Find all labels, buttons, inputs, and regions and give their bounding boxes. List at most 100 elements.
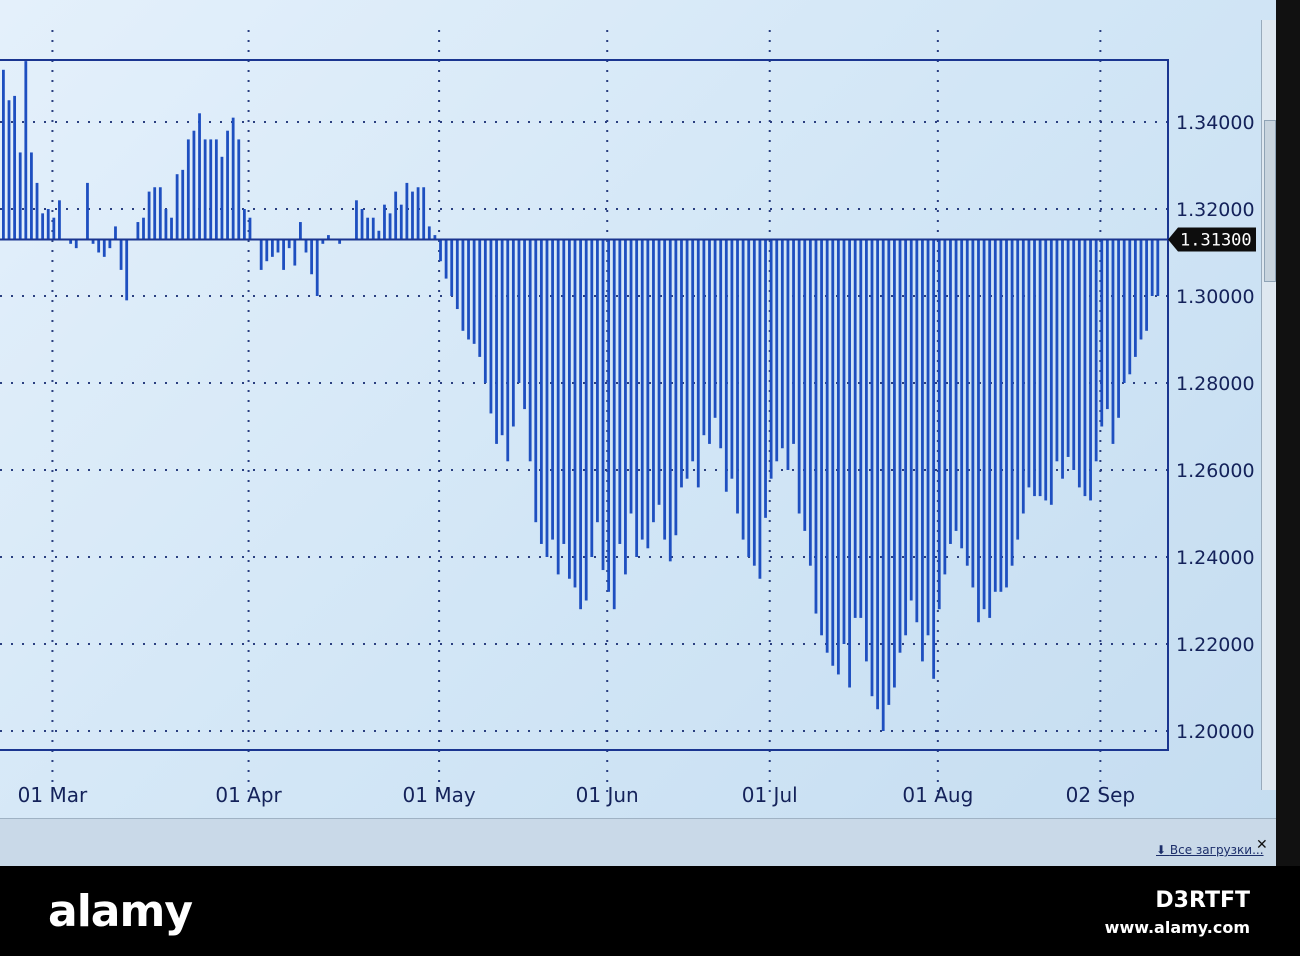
bar xyxy=(590,239,594,557)
bar xyxy=(534,239,538,523)
bar xyxy=(881,239,885,731)
bar xyxy=(1122,239,1126,383)
bar xyxy=(702,239,706,436)
x-tick-label: 01 Apr xyxy=(215,783,282,807)
bar xyxy=(388,213,392,240)
x-tick-label: 01 Aug xyxy=(902,783,973,807)
bar xyxy=(142,217,145,240)
bar xyxy=(556,239,560,575)
bar xyxy=(74,239,78,249)
close-icon[interactable]: ✕ xyxy=(1256,837,1268,853)
bar xyxy=(52,217,56,240)
bar xyxy=(175,174,179,240)
bar xyxy=(1072,239,1076,470)
bar xyxy=(405,182,409,240)
bar xyxy=(489,239,493,414)
bar xyxy=(1055,239,1059,462)
bar xyxy=(282,239,285,270)
bar xyxy=(186,139,190,240)
all-downloads-text[interactable]: Все загрузки... xyxy=(1170,843,1264,857)
bar xyxy=(836,239,840,675)
bar xyxy=(1128,239,1132,375)
bar xyxy=(893,239,896,688)
bar xyxy=(876,239,880,710)
bar xyxy=(909,239,913,601)
bar xyxy=(820,239,823,636)
bar xyxy=(1077,239,1081,488)
bar xyxy=(355,200,358,240)
bar xyxy=(635,239,639,557)
bar xyxy=(831,239,835,666)
bar xyxy=(713,239,717,418)
bar xyxy=(444,239,448,279)
bar xyxy=(685,239,689,479)
bar xyxy=(629,239,633,514)
bar xyxy=(377,230,381,240)
bar xyxy=(371,217,375,240)
bar xyxy=(1117,239,1120,418)
bar xyxy=(780,239,784,449)
bar xyxy=(848,239,851,688)
bar xyxy=(786,239,790,470)
bar xyxy=(293,239,297,266)
bar xyxy=(764,239,767,518)
bar xyxy=(153,187,157,240)
bar xyxy=(932,239,936,679)
bar xyxy=(411,191,414,240)
screen: 1.20000 1.22000 1.24000 1.26000 1.28000 1.300… xyxy=(0,0,1300,867)
y-tick-label: 1.28000 xyxy=(1176,373,1255,395)
bar xyxy=(119,239,123,270)
bar xyxy=(769,239,773,479)
bar xyxy=(147,191,151,240)
vertical-scrollbar[interactable] xyxy=(1261,20,1276,790)
bar xyxy=(506,239,510,462)
bar xyxy=(624,239,627,575)
bar xyxy=(752,239,756,566)
bar xyxy=(584,239,588,601)
bar xyxy=(825,239,829,653)
bar xyxy=(803,239,807,531)
plot-frame xyxy=(0,59,1169,751)
bar xyxy=(652,239,655,523)
all-downloads-link[interactable]: ⬇ Все загрузки... xyxy=(1156,843,1264,857)
bar xyxy=(528,239,532,462)
bar xyxy=(926,239,930,636)
bar xyxy=(158,187,162,240)
bar xyxy=(416,187,420,240)
x-tick-label: 01 Jul xyxy=(742,783,798,807)
downloads-bar: ⬇ Все загрузки... ✕ xyxy=(0,818,1276,867)
bar xyxy=(427,226,431,240)
bar xyxy=(859,239,863,618)
bar xyxy=(1061,239,1064,479)
bar xyxy=(993,239,997,592)
bar xyxy=(792,239,795,444)
bar xyxy=(887,239,891,705)
bar xyxy=(736,239,739,514)
bar xyxy=(422,187,426,240)
bar xyxy=(646,239,650,549)
bar xyxy=(775,239,779,462)
bar xyxy=(7,100,11,240)
watermark-logo: alamy xyxy=(48,886,193,937)
bar xyxy=(192,130,196,240)
bar xyxy=(870,239,874,697)
bar xyxy=(102,239,106,257)
bar xyxy=(842,239,846,644)
watermark-footer: alamy D3RTFT www.alamy.com xyxy=(0,866,1300,956)
bar xyxy=(1100,239,1104,427)
bar xyxy=(1033,239,1036,497)
bar xyxy=(988,239,992,618)
bar xyxy=(1038,239,1042,497)
scrollbar-thumb[interactable] xyxy=(1264,120,1276,282)
bar xyxy=(517,239,521,383)
x-tick-label: 01 Mar xyxy=(18,783,88,807)
bar xyxy=(545,239,549,557)
bar xyxy=(1049,239,1053,505)
bar xyxy=(472,239,476,344)
bar xyxy=(853,239,857,618)
bar xyxy=(58,200,61,240)
bar xyxy=(864,239,868,662)
bar xyxy=(1150,239,1154,296)
bar xyxy=(270,239,274,257)
bar xyxy=(97,239,101,253)
